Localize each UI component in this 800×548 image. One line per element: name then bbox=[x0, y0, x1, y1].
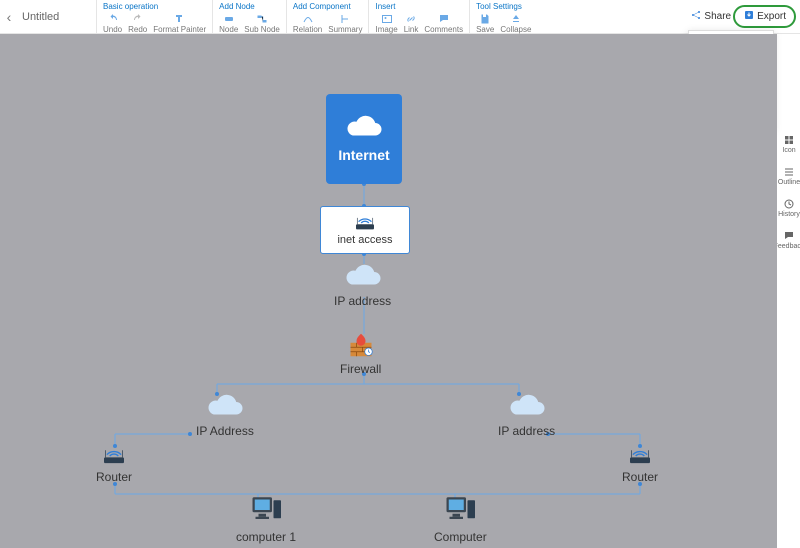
format-painter-button[interactable]: Format Painter bbox=[153, 14, 206, 34]
node-label: inet access bbox=[337, 234, 392, 246]
image-label: Image bbox=[375, 25, 397, 34]
export-icon bbox=[743, 9, 755, 24]
back-button[interactable]: ‹ bbox=[0, 0, 18, 33]
save-button[interactable]: Save bbox=[476, 14, 494, 34]
rail-label: Icon bbox=[782, 147, 795, 154]
node-button[interactable]: Node bbox=[219, 14, 238, 34]
rail-feedback[interactable]: Feedback bbox=[774, 230, 800, 250]
undo-icon bbox=[107, 14, 119, 24]
node-label: Computer bbox=[434, 530, 487, 544]
node-ip-right[interactable]: IP address bbox=[498, 394, 555, 438]
right-rail: Icon Outline History Feedback bbox=[778, 134, 800, 250]
group-add-component: Add Component Relation Summary bbox=[286, 0, 369, 33]
undo-button[interactable]: Undo bbox=[103, 14, 122, 34]
cloud-icon bbox=[343, 264, 383, 290]
node-label: IP Address bbox=[196, 424, 254, 438]
group-label: Basic operation bbox=[103, 2, 206, 12]
node-inet-access[interactable]: inet access bbox=[320, 206, 410, 254]
firewall-icon bbox=[346, 332, 376, 358]
subnode-icon bbox=[256, 14, 268, 24]
collapse-label: Collapse bbox=[500, 25, 531, 34]
group-insert: Insert Image Link Comments bbox=[368, 0, 469, 33]
diagram-canvas[interactable]: Internet inet access IP address Firewall… bbox=[0, 34, 777, 548]
node-computer2[interactable]: Computer bbox=[434, 494, 487, 544]
link-icon bbox=[405, 14, 417, 24]
computer-icon bbox=[248, 494, 284, 526]
group-add-node: Add Node Node Sub Node bbox=[212, 0, 286, 33]
summary-label: Summary bbox=[328, 25, 362, 34]
node-label: IP address bbox=[498, 424, 555, 438]
export-button[interactable]: Export bbox=[737, 7, 792, 26]
export-label: Export bbox=[757, 11, 786, 22]
router-icon bbox=[625, 446, 655, 466]
rail-label: Feedback bbox=[774, 243, 800, 250]
relation-label: Relation bbox=[293, 25, 322, 34]
redo-label: Redo bbox=[128, 25, 147, 34]
node-firewall[interactable]: Firewall bbox=[340, 332, 381, 376]
node-label: computer 1 bbox=[236, 530, 296, 544]
relation-icon bbox=[302, 14, 314, 24]
rail-history[interactable]: History bbox=[778, 198, 800, 218]
rail-label: History bbox=[778, 211, 800, 218]
router-icon bbox=[99, 446, 129, 466]
document-title[interactable]: Untitled bbox=[18, 0, 96, 33]
comments-icon bbox=[438, 14, 450, 24]
node-ip-left[interactable]: IP Address bbox=[196, 394, 254, 438]
save-label: Save bbox=[476, 25, 494, 34]
collapse-icon bbox=[510, 14, 522, 24]
node-label: Node bbox=[219, 25, 238, 34]
rail-icon[interactable]: Icon bbox=[782, 134, 795, 154]
node-label: IP address bbox=[334, 294, 391, 308]
node-internet[interactable]: Internet bbox=[326, 94, 402, 184]
cloud-icon bbox=[344, 115, 384, 141]
collapse-button[interactable]: Collapse bbox=[500, 14, 531, 34]
fp-label: Format Painter bbox=[153, 25, 206, 34]
subnode-label: Sub Node bbox=[244, 25, 280, 34]
group-label: Add Component bbox=[293, 2, 363, 12]
link-button[interactable]: Link bbox=[404, 14, 419, 34]
node-router-right[interactable]: Router bbox=[622, 446, 658, 484]
group-tool-settings: Tool Settings Save Collapse bbox=[469, 0, 537, 33]
node-label: Firewall bbox=[340, 362, 381, 376]
router-icon bbox=[352, 214, 378, 232]
node-computer1[interactable]: computer 1 bbox=[236, 494, 296, 544]
node-router-left[interactable]: Router bbox=[96, 446, 132, 484]
node-label: Router bbox=[96, 470, 132, 484]
format-painter-icon bbox=[174, 14, 186, 24]
relation-button[interactable]: Relation bbox=[293, 14, 322, 34]
cloud-icon bbox=[205, 394, 245, 420]
node-label: Router bbox=[622, 470, 658, 484]
undo-label: Undo bbox=[103, 25, 122, 34]
cloud-icon bbox=[507, 394, 547, 420]
summary-icon bbox=[339, 14, 351, 24]
group-label: Tool Settings bbox=[476, 2, 531, 12]
subnode-button[interactable]: Sub Node bbox=[244, 14, 280, 34]
node-icon bbox=[223, 14, 235, 24]
share-icon bbox=[690, 9, 702, 24]
group-basic: Basic operation Undo Redo Format Painter bbox=[96, 0, 212, 33]
toolbar: ‹ Untitled Basic operation Undo Redo For… bbox=[0, 0, 800, 34]
save-icon bbox=[479, 14, 491, 24]
summary-button[interactable]: Summary bbox=[328, 14, 362, 34]
link-label: Link bbox=[404, 25, 419, 34]
rail-outline[interactable]: Outline bbox=[778, 166, 800, 186]
redo-icon bbox=[132, 14, 144, 24]
image-button[interactable]: Image bbox=[375, 14, 397, 34]
share-label: Share bbox=[704, 11, 731, 22]
node-label: Internet bbox=[338, 147, 389, 163]
redo-button[interactable]: Redo bbox=[128, 14, 147, 34]
computer-icon bbox=[442, 494, 478, 526]
group-label: Insert bbox=[375, 2, 463, 12]
comments-button[interactable]: Comments bbox=[424, 14, 463, 34]
share-button[interactable]: Share bbox=[690, 9, 731, 24]
node-ip-top[interactable]: IP address bbox=[334, 264, 391, 308]
rail-label: Outline bbox=[778, 179, 800, 186]
group-label: Add Node bbox=[219, 2, 280, 12]
image-icon bbox=[381, 14, 393, 24]
comments-label: Comments bbox=[424, 25, 463, 34]
